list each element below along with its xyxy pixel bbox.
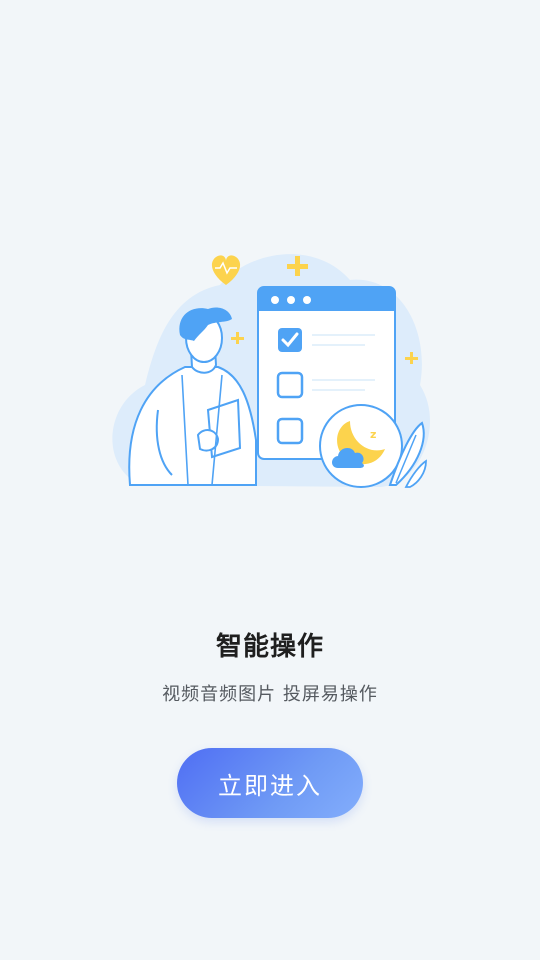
checkbox-checked-icon <box>278 328 302 352</box>
page-subtitle: 视频音频图片 投屏易操作 <box>162 684 378 705</box>
onboarding-illustration: z <box>112 254 431 488</box>
checkbox-empty-icon <box>276 371 304 399</box>
moon-cloud-icon: z <box>319 404 403 488</box>
enter-now-button[interactable]: 立即进入 <box>177 748 363 818</box>
checkbox-empty-icon <box>276 417 304 445</box>
onboarding-screen: z 智能操作 视频音频图片 投屏易操作 立即进入 <box>0 0 540 960</box>
page-title: 智能操作 <box>215 632 324 662</box>
svg-text:z: z <box>370 428 376 441</box>
